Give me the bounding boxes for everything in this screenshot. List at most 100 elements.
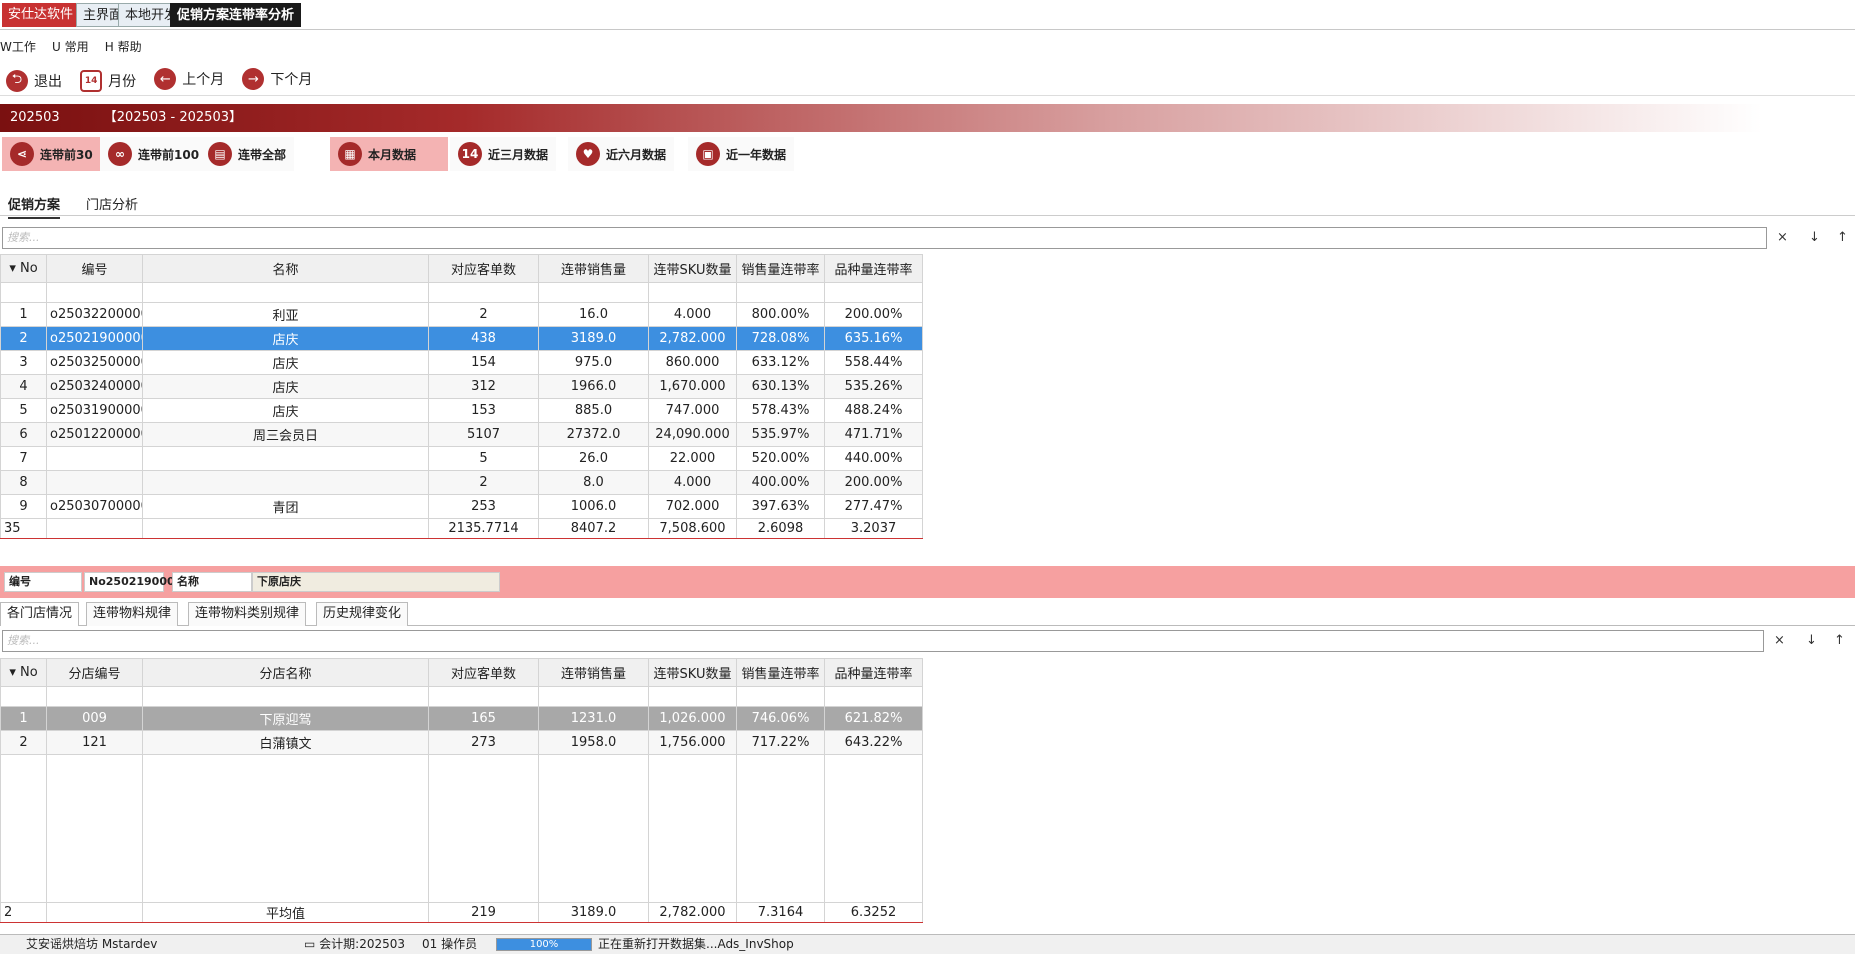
search-down-icon[interactable]: ↓ [1806, 633, 1817, 648]
table-cell[interactable]: 438 [428, 326, 539, 351]
table-cell[interactable]: o25012200000 [46, 422, 143, 447]
col-header-code[interactable]: 编号 [46, 254, 143, 283]
filter-cell[interactable] [648, 686, 737, 707]
table-cell[interactable]: o25021900000 [46, 326, 143, 351]
filter-cell[interactable] [142, 282, 429, 303]
col-header-qty-rate[interactable]: 销售量连带率 [736, 254, 825, 283]
table-cell[interactable]: 800.00% [736, 302, 825, 327]
col-header-store-name[interactable]: 分店名称 [142, 658, 429, 687]
filter-three-months-button[interactable]: 14 近三月数据 [450, 137, 557, 171]
table-cell[interactable]: 22.000 [648, 446, 737, 471]
table-cell[interactable]: 253 [428, 494, 539, 519]
filter-cell[interactable] [736, 282, 825, 303]
prev-month-button[interactable]: ← 上个月 [154, 64, 224, 94]
col-header-sku[interactable]: 连带SKU数量 [648, 658, 737, 687]
col-header-store-code[interactable]: 分店编号 [46, 658, 143, 687]
table-cell[interactable]: 8 [0, 470, 47, 495]
col-header-sku-rate[interactable]: 品种量连带率 [824, 658, 923, 687]
table-cell[interactable]: 店庆 [142, 350, 429, 375]
table-cell[interactable]: 471.71% [824, 422, 923, 447]
menu-common[interactable]: U 常用 [52, 40, 89, 54]
table-cell[interactable]: 4 [0, 374, 47, 399]
table-row[interactable]: 3 o25032500000 店庆 154 975.0 860.000 633.12% 558… [0, 350, 923, 375]
table-cell[interactable]: 3189.0 [538, 326, 649, 351]
menu-help[interactable]: H 帮助 [105, 40, 142, 54]
exit-button[interactable]: ⮌ 退出 [6, 66, 62, 96]
table-cell[interactable]: 周三会员日 [142, 422, 429, 447]
table-cell[interactable]: 535.26% [824, 374, 923, 399]
filter-cell[interactable] [538, 686, 649, 707]
table-cell[interactable]: 273 [428, 730, 539, 755]
table-cell[interactable]: 200.00% [824, 470, 923, 495]
search-up-icon[interactable]: ↑ [1834, 633, 1845, 648]
table-cell[interactable]: 1,026.000 [648, 706, 737, 731]
table-cell[interactable]: 009 [46, 706, 143, 731]
col-header-qty-rate[interactable]: 销售量连带率 [736, 658, 825, 687]
table-cell[interactable]: 630.13% [736, 374, 825, 399]
table-cell[interactable]: 975.0 [538, 350, 649, 375]
table-cell[interactable]: 277.47% [824, 494, 923, 519]
filter-cell[interactable] [538, 282, 649, 303]
table-cell[interactable]: 下原迎驾 [142, 706, 429, 731]
filter-top100-button[interactable]: ∞ 连带前100 [100, 137, 208, 171]
filter-all-button[interactable]: ▤ 连带全部 [200, 137, 295, 171]
filter-one-year-button[interactable]: ▣ 近一年数据 [688, 137, 795, 171]
table-cell[interactable]: 3 [0, 350, 47, 375]
table-cell[interactable]: 利亚 [142, 302, 429, 327]
table-cell[interactable]: 5 [428, 446, 539, 471]
table-cell[interactable]: 1958.0 [538, 730, 649, 755]
menu-work[interactable]: W工作 [0, 40, 36, 54]
table-cell[interactable]: o25032500000 [46, 350, 143, 375]
filter-cell[interactable] [824, 282, 923, 303]
filter-cell[interactable] [648, 282, 737, 303]
table-row[interactable]: 2 o25021900000 店庆 438 3189.0 2,782.000 728.08%… [0, 326, 923, 351]
table-cell[interactable] [142, 470, 429, 495]
table-cell[interactable]: 4.000 [648, 470, 737, 495]
table-cell[interactable]: 27372.0 [538, 422, 649, 447]
table-cell[interactable]: 154 [428, 350, 539, 375]
tab-category-pattern[interactable]: 连带物料类别规律 [188, 602, 307, 626]
tab-item-pattern[interactable]: 连带物料规律 [86, 602, 179, 626]
table-cell[interactable]: 746.06% [736, 706, 825, 731]
filter-cell[interactable] [46, 686, 143, 707]
table-cell[interactable]: 200.00% [824, 302, 923, 327]
clear-search-icon[interactable]: × [1777, 230, 1788, 245]
table-cell[interactable]: 青团 [142, 494, 429, 519]
search-down-icon[interactable]: ↓ [1809, 230, 1820, 245]
col-header-orders[interactable]: 对应客单数 [428, 658, 539, 687]
filter-top30-button[interactable]: ⋖ 连带前30 [2, 137, 101, 171]
table-row[interactable]: 1 009 下原迎驾 165 1231.0 1,026.000 746.06% 621.82% [0, 706, 923, 731]
table-cell[interactable]: 1,756.000 [648, 730, 737, 755]
table-cell[interactable]: 9 [0, 494, 47, 519]
filter-this-month-button[interactable]: ▦ 本月数据 [330, 137, 448, 171]
table-cell[interactable]: 店庆 [142, 398, 429, 423]
table-row[interactable]: 4 o25032400000 店庆 312 1966.0 1,670.000 630.13%… [0, 374, 923, 399]
table-cell[interactable]: 2,782.000 [648, 326, 737, 351]
table-cell[interactable]: 1,670.000 [648, 374, 737, 399]
table-cell[interactable]: o25032200000 [46, 302, 143, 327]
table-row[interactable]: 7 5 26.0 22.000 520.00% 440.00% [0, 446, 923, 471]
detail-search-input[interactable]: 搜索... [2, 630, 1764, 652]
tab-history-pattern[interactable]: 历史规律变化 [316, 602, 409, 626]
col-header-sku-rate[interactable]: 品种量连带率 [824, 254, 923, 283]
table-cell[interactable]: 621.82% [824, 706, 923, 731]
filter-cell[interactable] [428, 686, 539, 707]
table-cell[interactable]: 558.44% [824, 350, 923, 375]
col-header-qty[interactable]: 连带销售量 [538, 658, 649, 687]
col-header-no[interactable]: ▾ No [0, 658, 47, 687]
col-header-name[interactable]: 名称 [142, 254, 429, 283]
clear-search-icon[interactable]: × [1774, 633, 1785, 648]
table-cell[interactable]: 店庆 [142, 374, 429, 399]
table-cell[interactable]: 717.22% [736, 730, 825, 755]
table-cell[interactable]: 店庆 [142, 326, 429, 351]
table-cell[interactable]: 121 [46, 730, 143, 755]
table-cell[interactable]: 白蒲镇文 [142, 730, 429, 755]
col-header-orders[interactable]: 对应客单数 [428, 254, 539, 283]
table-row[interactable]: 5 o25031900000 店庆 153 885.0 747.000 578.43% 488… [0, 398, 923, 423]
table-cell[interactable]: 578.43% [736, 398, 825, 423]
table-row[interactable]: 8 2 8.0 4.000 400.00% 200.00% [0, 470, 923, 495]
col-header-qty[interactable]: 连带销售量 [538, 254, 649, 283]
table-cell[interactable]: 1231.0 [538, 706, 649, 731]
table-cell[interactable] [46, 470, 143, 495]
table-cell[interactable]: 1966.0 [538, 374, 649, 399]
